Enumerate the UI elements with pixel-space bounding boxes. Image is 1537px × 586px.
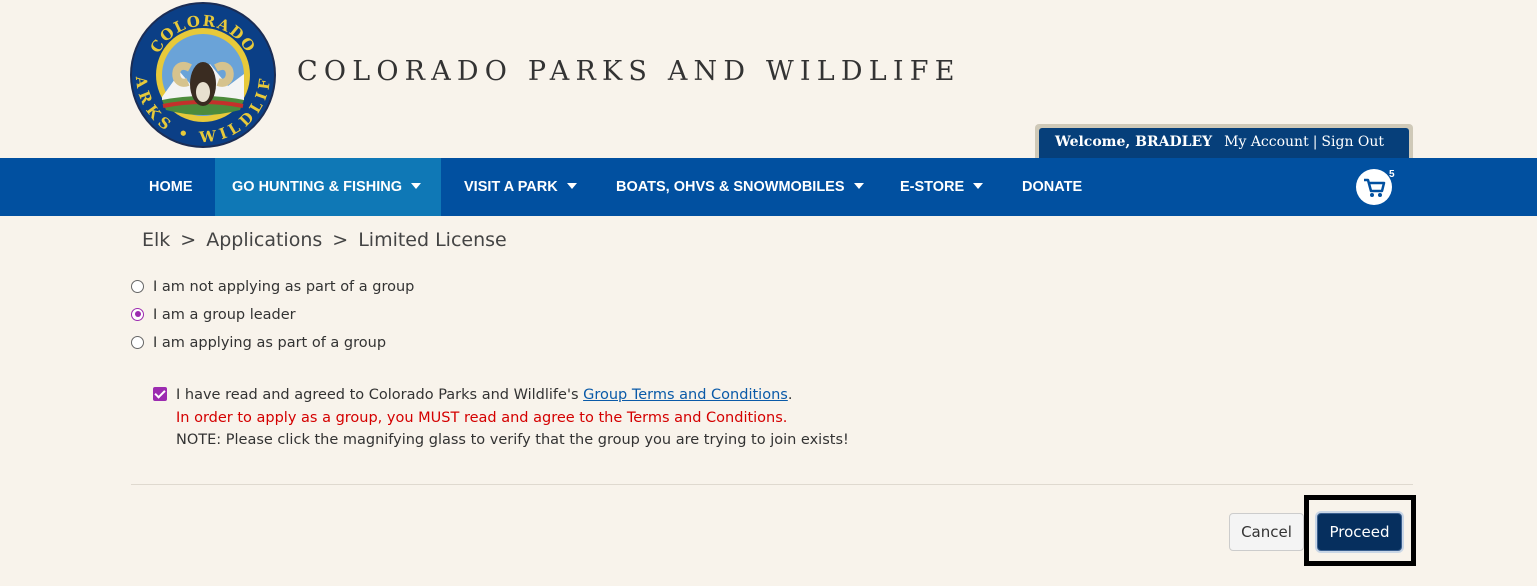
- form-divider: [131, 484, 1413, 485]
- nav-visit-a-park-label: VISIT A PARK: [464, 179, 558, 195]
- breadcrumb-limited-license: Limited License: [358, 229, 507, 251]
- nav-donate-label: DONATE: [1022, 179, 1083, 195]
- cart-count-badge: 5: [1389, 169, 1395, 180]
- nav-go-hunting-fishing[interactable]: GO HUNTING & FISHING: [215, 158, 441, 216]
- proceed-button-label: Proceed: [1329, 523, 1390, 541]
- caret-down-icon: [410, 183, 421, 190]
- proceed-button[interactable]: Proceed: [1317, 513, 1402, 551]
- caret-down-icon: [853, 183, 864, 190]
- radio-group-leader[interactable]: [131, 307, 144, 321]
- terms-note: NOTE: Please click the magnifying glass …: [176, 432, 849, 448]
- breadcrumb-elk[interactable]: Elk: [142, 229, 170, 251]
- nav-e-store[interactable]: E-STORE: [900, 158, 984, 216]
- cancel-button-label: Cancel: [1241, 523, 1292, 541]
- caret-down-icon: [973, 183, 984, 190]
- group-option-group-leader[interactable]: I am a group leader: [131, 305, 296, 325]
- nav-donate[interactable]: DONATE: [1022, 158, 1082, 216]
- breadcrumb-applications[interactable]: Applications: [206, 229, 322, 251]
- my-account-link[interactable]: My Account: [1224, 134, 1309, 150]
- nav-home-label: HOME: [149, 179, 193, 195]
- shopping-cart-button[interactable]: [1356, 169, 1392, 205]
- nav-boats-ohvs-snowmobiles-label: BOATS, OHVS & SNOWMOBILES: [616, 179, 845, 195]
- group-terms-link[interactable]: Group Terms and Conditions: [583, 387, 788, 403]
- main-nav: HOME GO HUNTING & FISHING VISIT A PARK B…: [0, 158, 1537, 216]
- breadcrumb: Elk > Applications > Limited License: [142, 229, 507, 251]
- group-option-not-applying[interactable]: I am not applying as part of a group: [131, 277, 414, 297]
- radio-not-applying[interactable]: [131, 279, 144, 293]
- site-title[interactable]: COLORADO PARKS AND WILDLIFE: [297, 56, 961, 87]
- radio-label[interactable]: I am not applying as part of a group: [153, 279, 414, 295]
- terms-checkbox[interactable]: [153, 387, 167, 401]
- caret-down-icon: [566, 183, 577, 190]
- site-header: COLORADO PARKS • WILDLIFE COLORADO PARKS…: [0, 0, 1537, 158]
- nav-e-store-label: E-STORE: [900, 179, 965, 195]
- terms-period: .: [787, 387, 793, 403]
- nav-boats-ohvs-snowmobiles[interactable]: BOATS, OHVS & SNOWMOBILES: [616, 158, 864, 216]
- account-separator: |: [1312, 134, 1318, 150]
- radio-label[interactable]: I am a group leader: [153, 307, 296, 323]
- breadcrumb-separator: >: [180, 229, 197, 251]
- radio-part-of-group[interactable]: [131, 335, 144, 349]
- shopping-cart-icon: [1364, 178, 1386, 197]
- sign-out-link[interactable]: Sign Out: [1321, 134, 1384, 150]
- breadcrumb-separator: >: [332, 229, 349, 251]
- nav-go-hunting-fishing-label: GO HUNTING & FISHING: [232, 179, 402, 195]
- cancel-button[interactable]: Cancel: [1229, 513, 1304, 551]
- colorado-parks-wildlife-logo[interactable]: COLORADO PARKS • WILDLIFE: [130, 2, 276, 148]
- nav-visit-a-park[interactable]: VISIT A PARK: [464, 158, 577, 216]
- nav-home[interactable]: HOME: [149, 158, 193, 216]
- radio-label[interactable]: I am applying as part of a group: [153, 335, 386, 351]
- welcome-greeting: Welcome, BRADLEY: [1055, 134, 1213, 150]
- terms-warning: In order to apply as a group, you MUST r…: [176, 409, 788, 426]
- group-option-part-of-group[interactable]: I am applying as part of a group: [131, 333, 386, 353]
- terms-text: I have read and agreed to Colorado Parks…: [176, 387, 584, 403]
- account-bar: Welcome, BRADLEY My Account | Sign Out: [1035, 124, 1413, 158]
